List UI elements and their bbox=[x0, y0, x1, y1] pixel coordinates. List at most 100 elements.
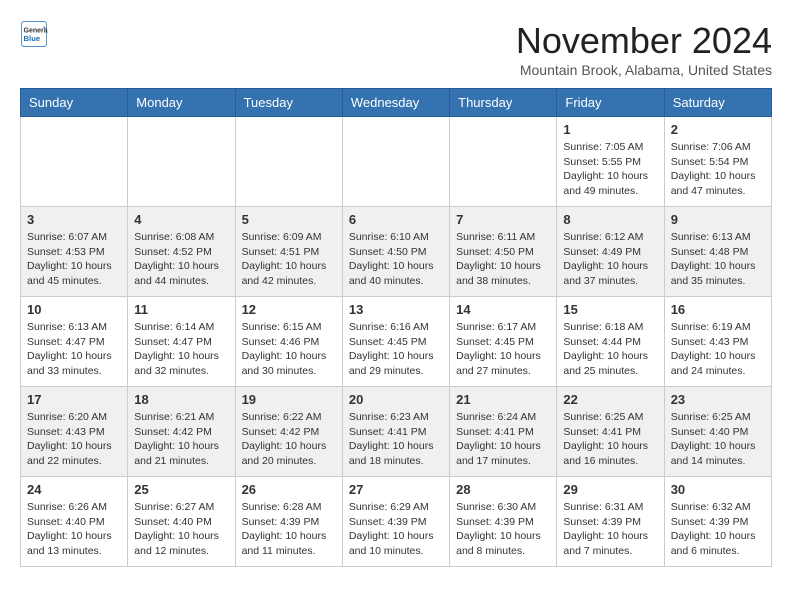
day-number: 30 bbox=[671, 482, 765, 497]
calendar-day-cell: 30 Sunrise: 6:32 AMSunset: 4:39 PMDayligh… bbox=[664, 477, 771, 567]
day-number: 10 bbox=[27, 302, 121, 317]
day-info: Sunrise: 6:32 AMSunset: 4:39 PMDaylight:… bbox=[671, 500, 765, 559]
calendar-day-header: Saturday bbox=[664, 89, 771, 117]
day-info: Sunrise: 6:13 AMSunset: 4:48 PMDaylight:… bbox=[671, 230, 765, 289]
day-number: 1 bbox=[563, 122, 657, 137]
calendar-day-cell: 29 Sunrise: 6:31 AMSunset: 4:39 PMDayligh… bbox=[557, 477, 664, 567]
day-info: Sunrise: 6:09 AMSunset: 4:51 PMDaylight:… bbox=[242, 230, 336, 289]
day-number: 21 bbox=[456, 392, 550, 407]
calendar-table: SundayMondayTuesdayWednesdayThursdayFrid… bbox=[20, 88, 772, 567]
day-info: Sunrise: 6:12 AMSunset: 4:49 PMDaylight:… bbox=[563, 230, 657, 289]
day-info: Sunrise: 6:24 AMSunset: 4:41 PMDaylight:… bbox=[456, 410, 550, 469]
day-info: Sunrise: 6:18 AMSunset: 4:44 PMDaylight:… bbox=[563, 320, 657, 379]
day-info: Sunrise: 6:21 AMSunset: 4:42 PMDaylight:… bbox=[134, 410, 228, 469]
location-text: Mountain Brook, Alabama, United States bbox=[516, 62, 772, 78]
calendar-day-cell bbox=[342, 117, 449, 207]
calendar-day-cell: 3 Sunrise: 6:07 AMSunset: 4:53 PMDaylight… bbox=[21, 207, 128, 297]
svg-text:Blue: Blue bbox=[24, 34, 41, 43]
day-number: 5 bbox=[242, 212, 336, 227]
calendar-day-cell: 4Sunrise: 6:08 AMSunset: 4:52 PMDaylight… bbox=[128, 207, 235, 297]
day-info: Sunrise: 6:30 AMSunset: 4:39 PMDaylight:… bbox=[456, 500, 550, 559]
calendar-day-cell: 11 Sunrise: 6:14 AMSunset: 4:47 PMDayligh… bbox=[128, 297, 235, 387]
day-info: Sunrise: 7:06 AMSunset: 5:54 PMDaylight:… bbox=[671, 140, 765, 199]
day-number: 23 bbox=[671, 392, 765, 407]
calendar-day-cell: 27 Sunrise: 6:29 AMSunset: 4:39 PMDayligh… bbox=[342, 477, 449, 567]
day-number: 28 bbox=[456, 482, 550, 497]
calendar-day-cell: 8Sunrise: 6:12 AMSunset: 4:49 PMDaylight… bbox=[557, 207, 664, 297]
calendar-day-cell: 1 Sunrise: 7:05 AMSunset: 5:55 PMDaylight… bbox=[557, 117, 664, 207]
calendar-day-cell: 28 Sunrise: 6:30 AMSunset: 4:39 PMDayligh… bbox=[450, 477, 557, 567]
day-info: Sunrise: 6:20 AMSunset: 4:43 PMDaylight:… bbox=[27, 410, 121, 469]
calendar-header-row: SundayMondayTuesdayWednesdayThursdayFrid… bbox=[21, 89, 772, 117]
calendar-day-cell: 15 Sunrise: 6:18 AMSunset: 4:44 PMDayligh… bbox=[557, 297, 664, 387]
calendar-day-cell: 17 Sunrise: 6:20 AMSunset: 4:43 PMDayligh… bbox=[21, 387, 128, 477]
day-info: Sunrise: 6:07 AMSunset: 4:53 PMDaylight:… bbox=[27, 230, 121, 289]
day-number: 12 bbox=[242, 302, 336, 317]
day-number: 14 bbox=[456, 302, 550, 317]
calendar-day-cell bbox=[450, 117, 557, 207]
calendar-day-cell: 14 Sunrise: 6:17 AMSunset: 4:45 PMDayligh… bbox=[450, 297, 557, 387]
day-info: Sunrise: 6:26 AMSunset: 4:40 PMDaylight:… bbox=[27, 500, 121, 559]
calendar-day-cell: 24 Sunrise: 6:26 AMSunset: 4:40 PMDayligh… bbox=[21, 477, 128, 567]
calendar-day-cell: 20 Sunrise: 6:23 AMSunset: 4:41 PMDayligh… bbox=[342, 387, 449, 477]
calendar-day-header: Sunday bbox=[21, 89, 128, 117]
calendar-day-cell: 10Sunrise: 6:13 AMSunset: 4:47 PMDayligh… bbox=[21, 297, 128, 387]
title-area: November 2024 Mountain Brook, Alabama, U… bbox=[516, 20, 772, 78]
day-info: Sunrise: 6:19 AMSunset: 4:43 PMDaylight:… bbox=[671, 320, 765, 379]
day-number: 7 bbox=[456, 212, 550, 227]
day-number: 18 bbox=[134, 392, 228, 407]
day-number: 26 bbox=[242, 482, 336, 497]
day-info: Sunrise: 6:10 AMSunset: 4:50 PMDaylight:… bbox=[349, 230, 443, 289]
calendar-day-cell: 5 Sunrise: 6:09 AMSunset: 4:51 PMDaylight… bbox=[235, 207, 342, 297]
day-number: 16 bbox=[671, 302, 765, 317]
day-info: Sunrise: 6:14 AMSunset: 4:47 PMDaylight:… bbox=[134, 320, 228, 379]
calendar-day-cell: 18 Sunrise: 6:21 AMSunset: 4:42 PMDayligh… bbox=[128, 387, 235, 477]
day-info: Sunrise: 7:05 AMSunset: 5:55 PMDaylight:… bbox=[563, 140, 657, 199]
day-number: 20 bbox=[349, 392, 443, 407]
page-header: General Blue November 2024 Mountain Broo… bbox=[20, 20, 772, 78]
month-title: November 2024 bbox=[516, 20, 772, 62]
calendar-day-cell bbox=[128, 117, 235, 207]
calendar-week-row: 10Sunrise: 6:13 AMSunset: 4:47 PMDayligh… bbox=[21, 297, 772, 387]
day-number: 9 bbox=[671, 212, 765, 227]
day-info: Sunrise: 6:22 AMSunset: 4:42 PMDaylight:… bbox=[242, 410, 336, 469]
day-number: 11 bbox=[134, 302, 228, 317]
day-number: 17 bbox=[27, 392, 121, 407]
day-info: Sunrise: 6:17 AMSunset: 4:45 PMDaylight:… bbox=[456, 320, 550, 379]
day-number: 25 bbox=[134, 482, 228, 497]
day-number: 19 bbox=[242, 392, 336, 407]
day-number: 27 bbox=[349, 482, 443, 497]
day-info: Sunrise: 6:08 AMSunset: 4:52 PMDaylight:… bbox=[134, 230, 228, 289]
calendar-day-cell bbox=[235, 117, 342, 207]
day-info: Sunrise: 6:15 AMSunset: 4:46 PMDaylight:… bbox=[242, 320, 336, 379]
day-number: 29 bbox=[563, 482, 657, 497]
calendar-day-cell: 2 Sunrise: 7:06 AMSunset: 5:54 PMDaylight… bbox=[664, 117, 771, 207]
day-info: Sunrise: 6:11 AMSunset: 4:50 PMDaylight:… bbox=[456, 230, 550, 289]
calendar-day-header: Thursday bbox=[450, 89, 557, 117]
day-info: Sunrise: 6:28 AMSunset: 4:39 PMDaylight:… bbox=[242, 500, 336, 559]
calendar-day-header: Tuesday bbox=[235, 89, 342, 117]
logo: General Blue bbox=[20, 20, 52, 48]
calendar-day-cell: 26 Sunrise: 6:28 AMSunset: 4:39 PMDayligh… bbox=[235, 477, 342, 567]
day-info: Sunrise: 6:16 AMSunset: 4:45 PMDaylight:… bbox=[349, 320, 443, 379]
day-number: 3 bbox=[27, 212, 121, 227]
day-number: 24 bbox=[27, 482, 121, 497]
calendar-day-cell: 13Sunrise: 6:16 AMSunset: 4:45 PMDayligh… bbox=[342, 297, 449, 387]
calendar-day-header: Friday bbox=[557, 89, 664, 117]
calendar-day-cell: 16 Sunrise: 6:19 AMSunset: 4:43 PMDayligh… bbox=[664, 297, 771, 387]
calendar-week-row: 17 Sunrise: 6:20 AMSunset: 4:43 PMDayligh… bbox=[21, 387, 772, 477]
calendar-day-cell: 6 Sunrise: 6:10 AMSunset: 4:50 PMDaylight… bbox=[342, 207, 449, 297]
day-number: 2 bbox=[671, 122, 765, 137]
day-info: Sunrise: 6:23 AMSunset: 4:41 PMDaylight:… bbox=[349, 410, 443, 469]
day-number: 6 bbox=[349, 212, 443, 227]
day-info: Sunrise: 6:29 AMSunset: 4:39 PMDaylight:… bbox=[349, 500, 443, 559]
day-number: 22 bbox=[563, 392, 657, 407]
day-info: Sunrise: 6:31 AMSunset: 4:39 PMDaylight:… bbox=[563, 500, 657, 559]
logo-icon: General Blue bbox=[20, 20, 48, 48]
calendar-day-cell: 12 Sunrise: 6:15 AMSunset: 4:46 PMDayligh… bbox=[235, 297, 342, 387]
day-number: 15 bbox=[563, 302, 657, 317]
day-info: Sunrise: 6:25 AMSunset: 4:41 PMDaylight:… bbox=[563, 410, 657, 469]
calendar-week-row: 24 Sunrise: 6:26 AMSunset: 4:40 PMDayligh… bbox=[21, 477, 772, 567]
calendar-day-cell: 22 Sunrise: 6:25 AMSunset: 4:41 PMDayligh… bbox=[557, 387, 664, 477]
calendar-day-cell: 19 Sunrise: 6:22 AMSunset: 4:42 PMDayligh… bbox=[235, 387, 342, 477]
